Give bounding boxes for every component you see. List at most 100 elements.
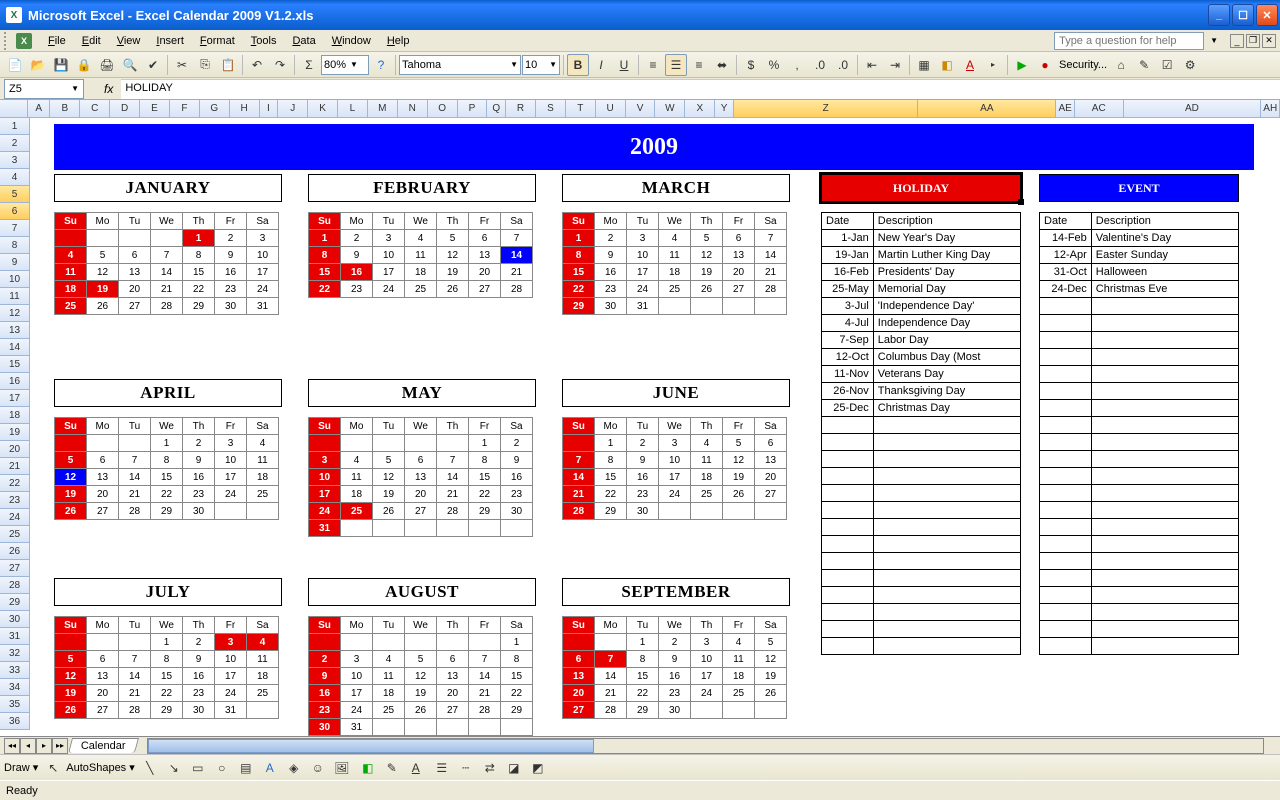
list-desc-cell[interactable] bbox=[1091, 468, 1238, 485]
3d-icon[interactable]: ◩ bbox=[527, 757, 549, 779]
tab-prev-button[interactable]: ◂ bbox=[20, 738, 36, 754]
day-cell[interactable]: 4 bbox=[691, 435, 723, 452]
day-cell[interactable]: 25 bbox=[247, 486, 279, 503]
day-cell[interactable]: 28 bbox=[151, 298, 183, 315]
day-cell[interactable] bbox=[501, 719, 533, 736]
day-cell[interactable]: 5 bbox=[87, 247, 119, 264]
list-desc-cell[interactable] bbox=[1091, 587, 1238, 604]
day-cell[interactable]: 2 bbox=[627, 435, 659, 452]
day-cell[interactable]: 12 bbox=[373, 469, 405, 486]
list-desc-cell[interactable]: Valentine's Day bbox=[1091, 230, 1238, 247]
list-desc-cell[interactable] bbox=[873, 553, 1020, 570]
day-cell[interactable]: 4 bbox=[247, 435, 279, 452]
col-header-H[interactable]: H bbox=[230, 100, 260, 117]
day-cell[interactable]: 29 bbox=[151, 702, 183, 719]
day-cell[interactable]: 7 bbox=[595, 651, 627, 668]
day-cell[interactable]: 29 bbox=[183, 298, 215, 315]
day-cell[interactable]: 18 bbox=[55, 281, 87, 298]
day-cell[interactable]: 7 bbox=[563, 452, 595, 469]
day-cell[interactable]: 17 bbox=[215, 668, 247, 685]
day-cell[interactable] bbox=[373, 435, 405, 452]
list-desc-cell[interactable] bbox=[873, 587, 1020, 604]
day-cell[interactable]: 24 bbox=[247, 281, 279, 298]
list-date-cell[interactable] bbox=[1040, 315, 1092, 332]
day-cell[interactable] bbox=[563, 435, 595, 452]
day-cell[interactable]: 28 bbox=[595, 702, 627, 719]
day-cell[interactable]: 5 bbox=[755, 634, 787, 651]
day-cell[interactable]: 24 bbox=[341, 702, 373, 719]
col-header-AA[interactable]: AA bbox=[918, 100, 1056, 117]
col-header-AC[interactable]: AC bbox=[1075, 100, 1124, 117]
day-cell[interactable]: 26 bbox=[437, 281, 469, 298]
day-cell[interactable]: 15 bbox=[183, 264, 215, 281]
day-cell[interactable]: 18 bbox=[247, 469, 279, 486]
day-cell[interactable]: 25 bbox=[405, 281, 437, 298]
list-desc-cell[interactable] bbox=[873, 417, 1020, 434]
day-cell[interactable] bbox=[469, 634, 501, 651]
day-cell[interactable]: 16 bbox=[183, 469, 215, 486]
day-cell[interactable]: 19 bbox=[87, 281, 119, 298]
day-cell[interactable]: 27 bbox=[87, 702, 119, 719]
day-cell[interactable] bbox=[405, 520, 437, 537]
list-date-cell[interactable] bbox=[822, 434, 874, 451]
day-cell[interactable]: 23 bbox=[659, 685, 691, 702]
list-desc-cell[interactable] bbox=[873, 519, 1020, 536]
day-cell[interactable]: 23 bbox=[595, 281, 627, 298]
day-cell[interactable]: 13 bbox=[87, 668, 119, 685]
row-header-5[interactable]: 5 bbox=[0, 186, 30, 203]
day-cell[interactable]: 25 bbox=[723, 685, 755, 702]
day-cell[interactable]: 18 bbox=[247, 668, 279, 685]
day-cell[interactable]: 1 bbox=[151, 435, 183, 452]
day-cell[interactable]: 21 bbox=[501, 264, 533, 281]
day-cell[interactable]: 9 bbox=[595, 247, 627, 264]
list-date-cell[interactable] bbox=[822, 417, 874, 434]
day-cell[interactable] bbox=[151, 230, 183, 247]
design-mode-icon[interactable]: ✎ bbox=[1133, 54, 1155, 76]
day-cell[interactable]: 18 bbox=[373, 685, 405, 702]
day-cell[interactable]: 24 bbox=[215, 486, 247, 503]
menu-tools[interactable]: Tools bbox=[243, 33, 285, 49]
line-style-icon[interactable]: ☰ bbox=[431, 757, 453, 779]
day-cell[interactable]: 23 bbox=[627, 486, 659, 503]
menu-help[interactable]: Help bbox=[379, 33, 418, 49]
fill-color-icon[interactable]: ◧ bbox=[936, 54, 958, 76]
day-cell[interactable]: 29 bbox=[151, 503, 183, 520]
autoshapes-menu[interactable]: AutoShapes ▾ bbox=[66, 761, 135, 774]
day-cell[interactable]: 6 bbox=[405, 452, 437, 469]
day-cell[interactable]: 19 bbox=[373, 486, 405, 503]
list-date-cell[interactable] bbox=[1040, 332, 1092, 349]
day-cell[interactable]: 6 bbox=[755, 435, 787, 452]
zoom-combo[interactable]: 80%▼ bbox=[321, 55, 369, 75]
day-cell[interactable]: 11 bbox=[659, 247, 691, 264]
day-cell[interactable]: 2 bbox=[595, 230, 627, 247]
align-right-icon[interactable]: ≡ bbox=[688, 54, 710, 76]
day-cell[interactable]: 28 bbox=[501, 281, 533, 298]
day-cell[interactable]: 30 bbox=[309, 719, 341, 736]
list-desc-cell[interactable] bbox=[1091, 485, 1238, 502]
merge-center-icon[interactable]: ⬌ bbox=[711, 54, 733, 76]
day-cell[interactable]: 2 bbox=[183, 634, 215, 651]
day-cell[interactable]: 12 bbox=[437, 247, 469, 264]
day-cell[interactable]: 12 bbox=[55, 469, 87, 486]
wordart-icon[interactable]: A bbox=[259, 757, 281, 779]
horizontal-scrollbar[interactable] bbox=[147, 738, 1264, 754]
worksheet-grid[interactable]: ABCDEFGHIJKLMNOPQRSTUVWXYZAAAEACADAH 123… bbox=[0, 100, 1280, 736]
day-cell[interactable]: 24 bbox=[691, 685, 723, 702]
day-cell[interactable]: 8 bbox=[627, 651, 659, 668]
day-cell[interactable]: 3 bbox=[627, 230, 659, 247]
day-cell[interactable]: 19 bbox=[755, 668, 787, 685]
list-date-cell[interactable] bbox=[822, 553, 874, 570]
macro-play-icon[interactable]: ▶ bbox=[1011, 54, 1033, 76]
increase-indent-icon[interactable]: ⇥ bbox=[884, 54, 906, 76]
day-cell[interactable]: 3 bbox=[691, 634, 723, 651]
day-cell[interactable]: 16 bbox=[627, 469, 659, 486]
row-header-17[interactable]: 17 bbox=[0, 390, 30, 407]
day-cell[interactable] bbox=[691, 503, 723, 520]
day-cell[interactable]: 24 bbox=[373, 281, 405, 298]
list-desc-cell[interactable] bbox=[873, 536, 1020, 553]
day-cell[interactable]: 29 bbox=[595, 503, 627, 520]
day-cell[interactable]: 17 bbox=[659, 469, 691, 486]
list-date-cell[interactable] bbox=[822, 468, 874, 485]
day-cell[interactable]: 18 bbox=[691, 469, 723, 486]
day-cell[interactable]: 16 bbox=[309, 685, 341, 702]
